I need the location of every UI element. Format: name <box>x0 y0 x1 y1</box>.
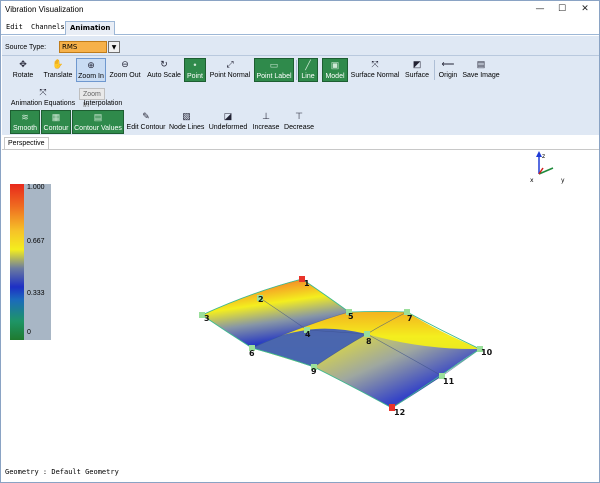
node-label-3: 3 <box>204 314 210 323</box>
node-label-4: 4 <box>305 330 311 339</box>
3d-viewport[interactable]: Perspective 1.000 0.667 0.333 0 x y z 1 … <box>2 136 599 482</box>
surface-button[interactable]: ◩ Surface <box>402 58 432 82</box>
undeformed-button[interactable]: ◪ Undeformed <box>208 110 248 134</box>
ribbon: Source Type: RMS ▼ ✥ Rotate ✋ Translate … <box>2 36 599 135</box>
equations-icon: ⤧ <box>39 87 47 97</box>
zoom-out-button[interactable]: ⊖ Zoom Out <box>108 58 142 82</box>
node-label-1: 1 <box>304 279 310 288</box>
model-icon: ▣ <box>330 60 340 70</box>
node-lines-button[interactable]: ▧ Node Lines <box>169 110 204 134</box>
window-title: Vibration Visualization <box>5 5 84 14</box>
node-label-10: 10 <box>481 348 493 357</box>
animation-equations-button[interactable]: ⤧ Animation Equations <box>10 86 76 110</box>
values-icon: ▤ <box>93 112 103 122</box>
source-type-row: Source Type: RMS ▼ <box>2 38 599 56</box>
node-label-12: 12 <box>394 408 405 417</box>
maximize-button[interactable]: ☐ <box>553 3 571 16</box>
edit-icon: ✎ <box>142 111 150 121</box>
label-icon: ▭ <box>269 60 279 70</box>
node-label-7: 7 <box>407 314 413 323</box>
zoom-in-icon: ⊕ <box>87 60 95 70</box>
tab-channels[interactable]: Channels <box>27 21 69 35</box>
decrease-button[interactable]: ⊤ Decrease <box>283 110 315 134</box>
close-button[interactable]: ✕ <box>576 3 594 16</box>
node-label-2: 2 <box>258 295 264 304</box>
contour-icon: ▦ <box>51 112 61 122</box>
smooth-button[interactable]: ≋ Smooth <box>10 110 40 134</box>
undeformed-icon: ◪ <box>223 111 233 121</box>
tab-animation[interactable]: Animation <box>65 21 116 35</box>
tab-edit[interactable]: Edit <box>2 21 27 35</box>
point-button[interactable]: • Point <box>184 58 206 82</box>
increase-button[interactable]: ⊥ Increase <box>251 110 281 134</box>
save-image-button[interactable]: ▤ Save Image <box>462 58 500 82</box>
decrease-icon: ⊤ <box>295 111 303 121</box>
zoom-in-button[interactable]: ⊕ Zoom In <box>76 58 106 82</box>
smooth-icon: ≋ <box>21 112 29 122</box>
source-type-select[interactable]: RMS <box>59 41 107 53</box>
refresh-icon: ↻ <box>160 59 168 69</box>
auto-scale-button[interactable]: ↻ Auto Scale <box>145 58 183 82</box>
point-icon: • <box>193 60 197 70</box>
point-label-button[interactable]: ▭ Point Label <box>254 58 294 82</box>
surface-icon: ◩ <box>412 59 422 69</box>
main-window: Vibration Visualization — ☐ ✕ Edit Chann… <box>0 0 600 483</box>
contour-values-button[interactable]: ▤ Contour Values <box>72 110 124 134</box>
node-lines-icon: ▧ <box>182 111 191 121</box>
rotate-icon: ✥ <box>19 59 27 69</box>
node-label-5: 5 <box>348 312 354 321</box>
node-label-11: 11 <box>443 377 455 386</box>
mode-shape-plot[interactable]: 1 2 3 4 5 6 7 8 9 10 11 12 <box>2 136 599 466</box>
hand-icon: ✋ <box>52 59 64 69</box>
interpolation-button[interactable]: ⤧ Interpolation <box>82 86 124 110</box>
menu-bar: Edit Channels Animation <box>1 20 599 35</box>
geometry-status: Geometry : Default Geometry <box>5 468 119 476</box>
toolbar-separator <box>434 60 435 80</box>
zoom-out-icon: ⊖ <box>121 59 129 69</box>
surface-normal-button[interactable]: ⤧ Surface Normal <box>350 58 400 82</box>
rotate-button[interactable]: ✥ Rotate <box>6 58 40 82</box>
node-label-9: 9 <box>311 367 317 376</box>
surface-normal-icon: ⤧ <box>371 59 379 69</box>
node-label-8: 8 <box>366 337 372 346</box>
normal-arrow-icon: ⤢ <box>226 59 234 69</box>
toolbar-separator <box>296 60 297 80</box>
minimize-button[interactable]: — <box>531 3 549 16</box>
origin-button[interactable]: ⟵ Origin <box>437 58 459 82</box>
title-bar: Vibration Visualization — ☐ ✕ <box>1 1 599 19</box>
line-button[interactable]: ╱ Line <box>298 58 318 82</box>
increase-icon: ⊥ <box>262 111 270 121</box>
contour-button[interactable]: ▦ Contour <box>41 110 71 134</box>
source-type-label: Source Type: <box>5 44 47 51</box>
origin-icon: ⟵ <box>441 59 455 69</box>
save-icon: ▤ <box>476 59 486 69</box>
chevron-down-icon[interactable]: ▼ <box>108 41 120 53</box>
point-normal-button[interactable]: ⤢ Point Normal <box>208 58 252 82</box>
node-label-6: 6 <box>249 349 255 358</box>
edit-contour-button[interactable]: ✎ Edit Contour <box>126 110 166 134</box>
translate-button[interactable]: ✋ Translate <box>41 58 75 82</box>
line-icon: ╱ <box>305 60 311 70</box>
model-button[interactable]: ▣ Model <box>322 58 348 82</box>
